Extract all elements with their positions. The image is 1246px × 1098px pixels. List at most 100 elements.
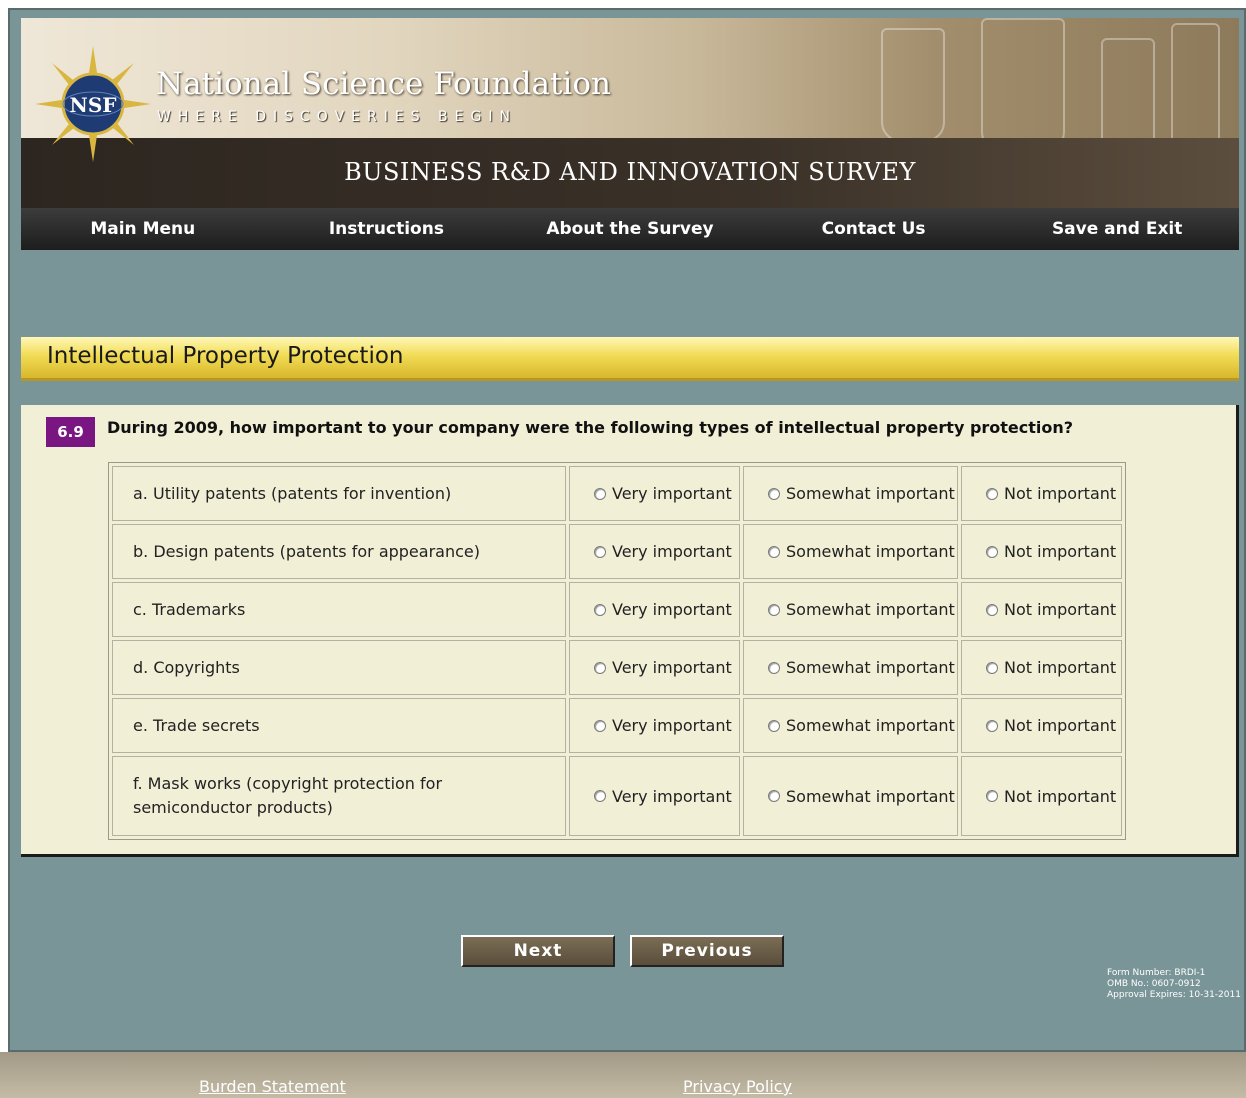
row-label: e. Trade secrets xyxy=(112,698,566,753)
nav-instructions[interactable]: Instructions xyxy=(265,219,509,239)
somewhat-important-option[interactable]: Somewhat important xyxy=(744,716,957,735)
not-important-radio[interactable] xyxy=(986,719,998,732)
option-label: Very important xyxy=(612,542,732,561)
option-label: Somewhat important xyxy=(786,484,955,503)
not-important-option[interactable]: Not important xyxy=(962,658,1121,677)
option-cell: Very important xyxy=(569,756,740,836)
section-title: Intellectual Property Protection xyxy=(47,343,404,369)
somewhat-important-option[interactable]: Somewhat important xyxy=(744,787,957,806)
option-cell: Not important xyxy=(961,582,1122,637)
not-important-radio[interactable] xyxy=(986,790,998,802)
not-important-radio[interactable] xyxy=(986,545,998,558)
very-important-radio[interactable] xyxy=(594,661,606,674)
very-important-radio[interactable] xyxy=(594,487,606,500)
seal-text: NSF xyxy=(70,93,117,117)
option-label: Somewhat important xyxy=(786,716,955,735)
next-button[interactable]: Next xyxy=(461,935,615,967)
not-important-option[interactable]: Not important xyxy=(962,716,1121,735)
tagline: WHERE DISCOVERIES BEGIN xyxy=(157,109,517,125)
option-label: Very important xyxy=(612,716,732,735)
option-label: Not important xyxy=(1004,484,1117,503)
very-important-option[interactable]: Very important xyxy=(570,716,739,735)
not-important-option[interactable]: Not important xyxy=(962,484,1121,503)
question-panel: 6.9 During 2009, how important to your c… xyxy=(21,405,1239,857)
option-cell: Somewhat important xyxy=(743,582,958,637)
burden-statement-link[interactable]: Burden Statement xyxy=(199,1077,346,1096)
option-label: Not important xyxy=(1004,786,1117,806)
option-label: Somewhat important xyxy=(786,600,955,619)
option-cell: Not important xyxy=(961,698,1122,753)
very-important-option[interactable]: Very important xyxy=(570,542,739,561)
main-nav: Main Menu Instructions About the Survey … xyxy=(21,208,1239,250)
option-cell: Very important xyxy=(569,466,740,521)
very-important-option[interactable]: Very important xyxy=(570,658,739,677)
previous-button[interactable]: Previous xyxy=(630,935,784,967)
omb-number: OMB No.: 0607-0912 xyxy=(1107,979,1201,989)
question-number-badge: 6.9 xyxy=(46,417,95,447)
option-cell: Somewhat important xyxy=(743,466,958,521)
grid-row: e. Trade secrets Very important Somewhat i… xyxy=(112,698,1122,753)
somewhat-important-radio[interactable] xyxy=(768,603,780,616)
nav-contact-us[interactable]: Contact Us xyxy=(752,219,996,239)
option-label: Very important xyxy=(612,484,732,503)
somewhat-important-radio[interactable] xyxy=(768,487,780,500)
somewhat-important-radio[interactable] xyxy=(768,545,780,558)
not-important-option[interactable]: Not important xyxy=(962,600,1121,619)
privacy-policy-link[interactable]: Privacy Policy xyxy=(683,1077,792,1096)
somewhat-important-option[interactable]: Somewhat important xyxy=(744,600,957,619)
footer: Burden Statement Privacy Policy xyxy=(0,1052,1246,1098)
somewhat-important-option[interactable]: Somewhat important xyxy=(744,658,957,677)
somewhat-important-radio[interactable] xyxy=(768,719,780,732)
option-cell: Not important xyxy=(961,756,1122,836)
option-label: Not important xyxy=(1004,658,1117,677)
org-name: National Science Foundation xyxy=(156,66,611,102)
row-label: d. Copyrights xyxy=(112,640,566,695)
grid-row: b. Design patents (patents for appearanc… xyxy=(112,524,1122,579)
option-label: Very important xyxy=(612,600,732,619)
very-important-radio[interactable] xyxy=(594,603,606,616)
row-label: f. Mask works (copyright protection for … xyxy=(112,756,566,836)
form-number: Form Number: BRDI-1 xyxy=(1107,968,1206,978)
approval-expires: Approval Expires: 10-31-2011 xyxy=(1107,990,1241,1000)
beaker-decoration xyxy=(881,28,945,142)
header-banner: NSF National Science Foundation WHERE DI… xyxy=(21,18,1239,208)
option-cell: Somewhat important xyxy=(743,698,958,753)
nav-about-survey[interactable]: About the Survey xyxy=(508,219,752,239)
somewhat-important-option[interactable]: Somewhat important xyxy=(744,542,957,561)
form-info: Form Number: BRDI-1 OMB No.: 0607-0912 A… xyxy=(1107,968,1241,1001)
option-cell: Very important xyxy=(569,640,740,695)
nav-save-and-exit[interactable]: Save and Exit xyxy=(995,219,1239,239)
option-cell: Somewhat important xyxy=(743,756,958,836)
very-important-radio[interactable] xyxy=(594,719,606,732)
option-cell: Not important xyxy=(961,524,1122,579)
somewhat-important-radio[interactable] xyxy=(768,790,780,802)
grid-row: c. Trademarks Very important Somewhat impo… xyxy=(112,582,1122,637)
response-grid: a. Utility patents (patents for inventio… xyxy=(108,462,1126,840)
very-important-radio[interactable] xyxy=(594,545,606,558)
option-label: Somewhat important xyxy=(786,658,955,677)
nav-main-menu[interactable]: Main Menu xyxy=(21,219,265,239)
somewhat-important-radio[interactable] xyxy=(768,661,780,674)
grid-row: d. Copyrights Very important Somewhat impo… xyxy=(112,640,1122,695)
not-important-option[interactable]: Not important xyxy=(962,542,1121,561)
row-label: a. Utility patents (patents for inventio… xyxy=(112,466,566,521)
grid-row: f. Mask works (copyright protection for … xyxy=(112,756,1122,836)
not-important-option[interactable]: Not important xyxy=(962,787,1121,806)
very-important-option[interactable]: Very important xyxy=(570,787,739,806)
not-important-radio[interactable] xyxy=(986,603,998,616)
very-important-option[interactable]: Very important xyxy=(570,600,739,619)
option-cell: Somewhat important xyxy=(743,524,958,579)
option-label: Not important xyxy=(1004,716,1117,735)
section-header: Intellectual Property Protection xyxy=(21,337,1239,381)
not-important-radio[interactable] xyxy=(986,661,998,674)
question-text: During 2009, how important to your compa… xyxy=(107,418,1074,437)
option-label: Very important xyxy=(612,786,732,806)
somewhat-important-option[interactable]: Somewhat important xyxy=(744,484,957,503)
not-important-radio[interactable] xyxy=(986,487,998,500)
row-label: b. Design patents (patents for appearanc… xyxy=(112,524,566,579)
very-important-radio[interactable] xyxy=(594,790,606,802)
very-important-option[interactable]: Very important xyxy=(570,484,739,503)
grid-row: a. Utility patents (patents for inventio… xyxy=(112,466,1122,521)
option-label: Not important xyxy=(1004,542,1117,561)
option-label: Somewhat important xyxy=(786,542,955,561)
